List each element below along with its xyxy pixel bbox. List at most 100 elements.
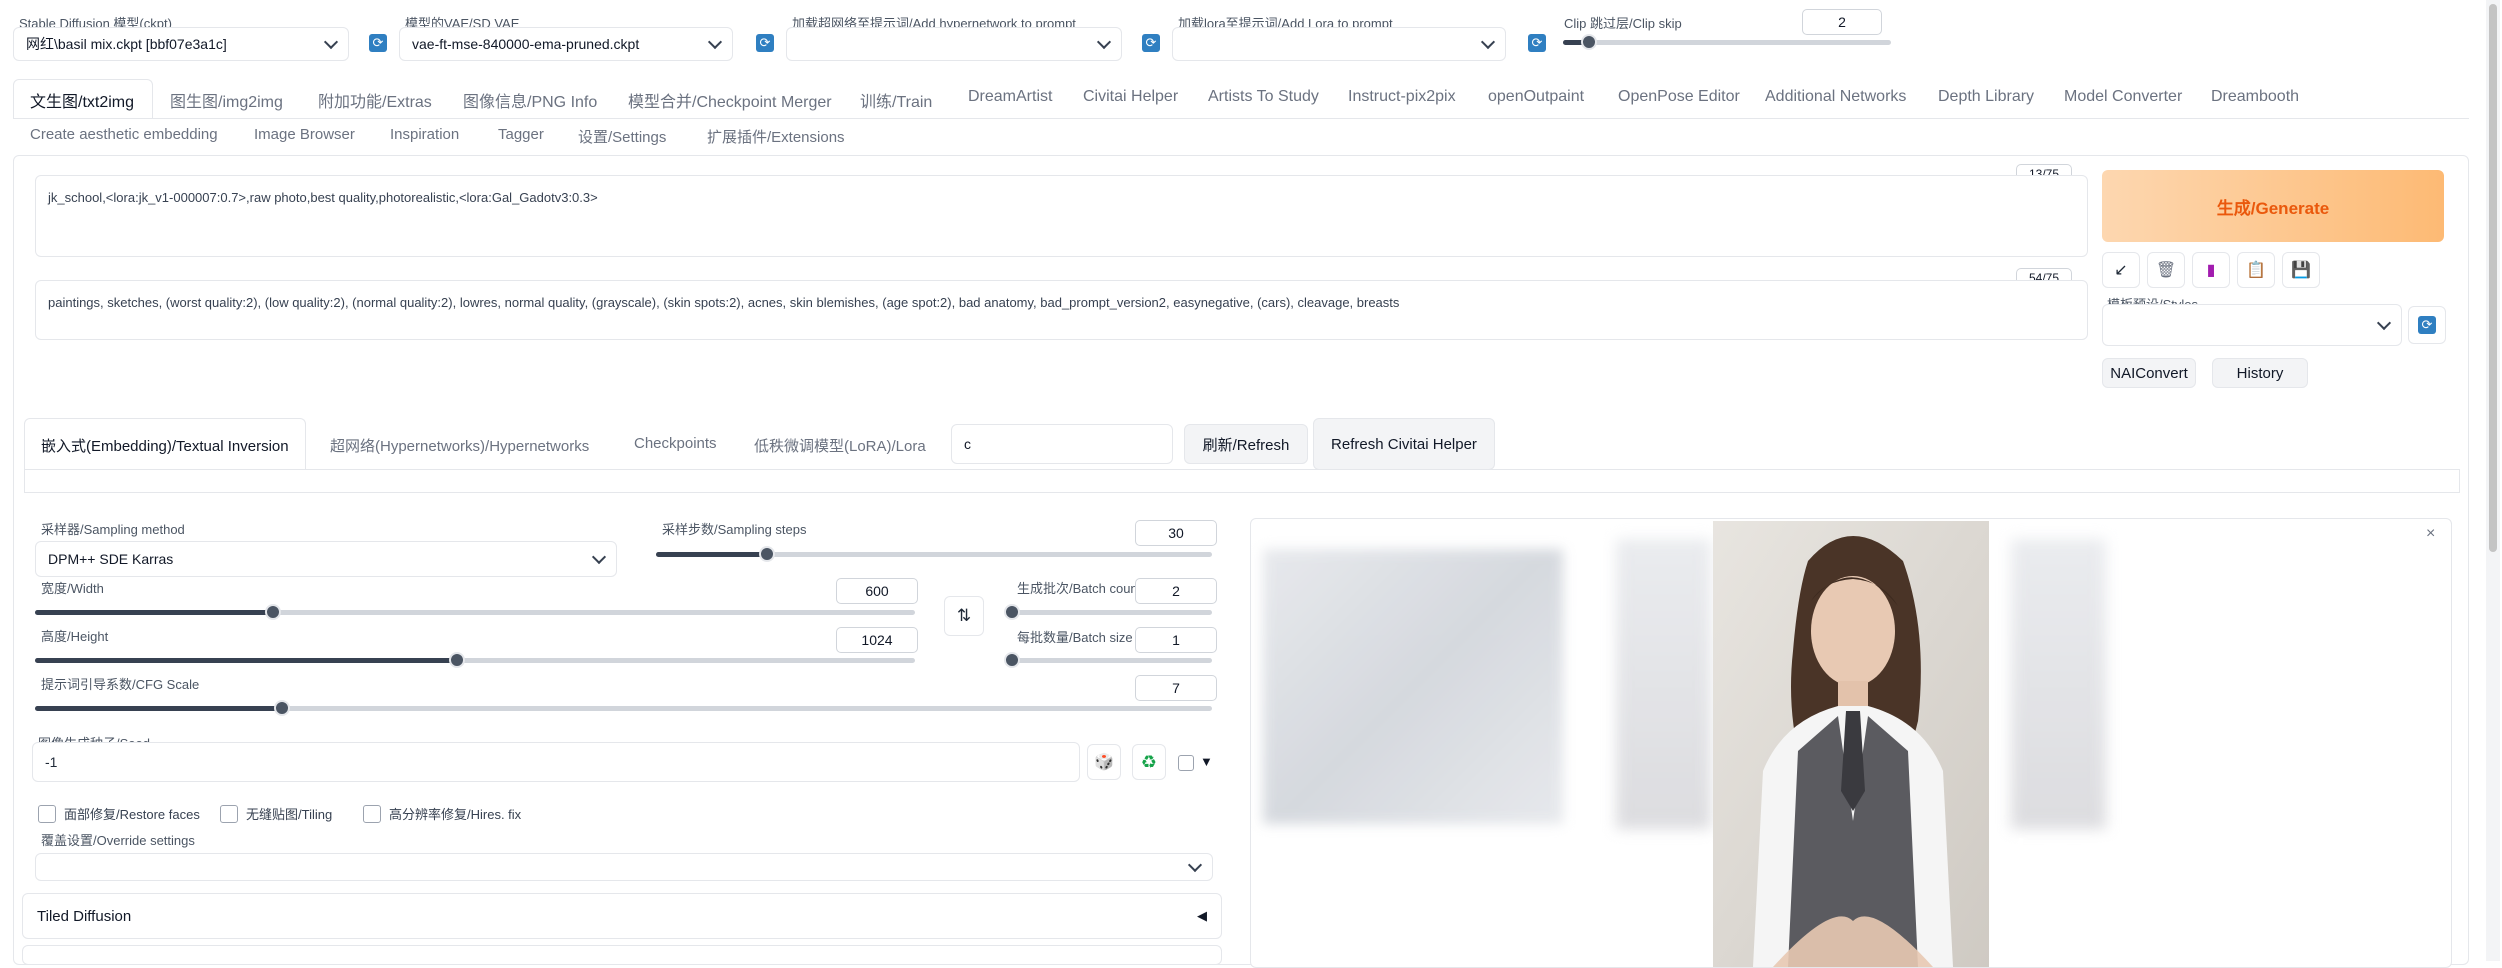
option-restore-faces[interactable]: 面部修复/Restore faces [38,804,200,823]
generate-button[interactable]: 生成/Generate [2102,170,2444,242]
tab-civitai-helper[interactable]: Civitai Helper [1083,88,1178,106]
tab-create-aesthetic-embedding[interactable]: Create aesthetic embedding [30,126,218,143]
tab-artists-to-study[interactable]: Artists To Study [1208,88,1319,106]
sampling-steps-slider[interactable] [656,552,1212,557]
tab-depth-library[interactable]: Depth Library [1938,88,2034,106]
tab-hypernetworks-hypernetworks[interactable]: 超网络(Hypernetworks)/Hypernetworks [330,435,589,456]
lora-select[interactable] [1172,27,1506,61]
dice-icon[interactable]: 🎲 [1087,744,1121,780]
tab-train[interactable]: 训练/Train [860,88,932,112]
tab-image-browser[interactable]: Image Browser [254,126,355,143]
width-slider[interactable] [35,610,915,615]
tab-txt2img[interactable]: 文生图/txt2img [30,88,134,112]
naiconvert-button[interactable]: NAIConvert [2102,358,2196,388]
trash-icon[interactable]: 🗑 [2147,252,2185,288]
blurred-thumbnail[interactable] [1616,539,1711,829]
tab-lora-lora[interactable]: 低秩微调模型(LoRA)/Lora [754,435,926,456]
chevron-down-icon [2376,315,2392,331]
refresh-button[interactable]: 刷新/Refresh [1184,424,1308,464]
cfg-scale-input[interactable]: 7 [1135,675,1217,701]
clip-skip-input[interactable]: 2 [1802,9,1882,35]
checkbox[interactable] [38,804,56,823]
batch-size-slider[interactable] [1012,658,1212,663]
tab-checkpoint-merger[interactable]: 模型合并/Checkpoint Merger [628,88,832,112]
negative-prompt-textarea[interactable]: paintings, sketches, (worst quality:2), … [35,280,2088,340]
extra-networks-search[interactable]: c [951,424,1173,464]
height-slider[interactable] [35,658,915,663]
tab-img2img[interactable]: 图生图/img2img [170,88,283,112]
override-settings-label: 覆盖设置/Override settings [41,833,195,848]
tab-additional-networks[interactable]: Additional Networks [1765,88,1906,106]
tabs-divider [13,118,2469,119]
vae-refresh-icon[interactable]: ⟳ [756,34,774,52]
hypernetwork-select[interactable] [786,27,1122,61]
tab-tagger[interactable]: Tagger [498,126,544,143]
sampling-method-label: 采样器/Sampling method [41,522,185,537]
option-hires-fix[interactable]: 高分辨率修复/Hires. fix [363,804,521,823]
scrollbar-thumb[interactable] [2489,4,2497,552]
extra-seed-checkbox[interactable] [1178,755,1194,771]
chevron-down-icon [1480,34,1496,50]
batch-size-thumb[interactable] [1004,652,1020,668]
batch-count-label: 生成批次/Batch count [1017,581,1137,596]
sampling-method-value: DPM++ SDE Karras [48,551,174,567]
triangle-down-icon[interactable]: ▼ [1200,754,1213,769]
clipboard-icon[interactable]: 📋 [2237,252,2275,288]
tab-instruct-pix2pix[interactable]: Instruct-pix2pix [1348,88,1456,106]
batch-count-input[interactable]: 2 [1135,578,1217,604]
option-tiling[interactable]: 无缝贴图/Tiling [220,804,332,823]
checkbox[interactable] [220,804,238,823]
batch-size-input[interactable]: 1 [1135,627,1217,653]
save-style-icon[interactable]: 💾 [2282,252,2320,288]
tab-checkpoints[interactable]: Checkpoints [634,435,717,452]
tab-png-info[interactable]: 图像信息/PNG Info [463,88,597,112]
cfg-scale-slider[interactable] [35,706,1212,711]
batch-count-thumb[interactable] [1004,604,1020,620]
recycle-icon[interactable]: ♻ [1132,744,1166,780]
ckpt-select[interactable]: 网红\basil mix.ckpt [bbf07e3a1c] [13,27,349,61]
close-icon[interactable]: × [2426,525,2435,543]
extra-networks-icon[interactable]: ▮ [2192,252,2230,288]
height-input[interactable]: 1024 [836,627,918,653]
styles-refresh-button[interactable]: ⟳ [2408,306,2446,344]
tab-embedding-textual-inversion[interactable]: 嵌入式(Embedding)/Textual Inversion [41,435,289,456]
prompt-textarea[interactable]: jk_school,<lora:jk_v1-000007:0.7>,raw ph… [35,175,2088,257]
override-settings-select[interactable] [35,853,1213,881]
vae-select[interactable]: vae-ft-mse-840000-ema-pruned.ckpt [399,27,733,61]
blurred-thumbnail[interactable] [2011,539,2106,829]
tab-model-converter[interactable]: Model Converter [2064,88,2182,106]
read-params-icon[interactable]: ↙ [2102,252,2140,288]
output-gallery: × 知乎 @maxx [1250,518,2452,968]
clip-skip-thumb[interactable] [1581,34,1598,50]
page-scrollbar[interactable] [2486,0,2500,961]
sampling-method-select[interactable]: DPM++ SDE Karras [35,541,617,577]
ckpt-value: 网红\basil mix.ckpt [bbf07e3a1c] [26,36,227,52]
blurred-thumbnail[interactable] [1263,549,1563,824]
swap-dimensions-icon[interactable]: ⇅ [944,596,984,636]
seed-input[interactable]: -1 [32,742,1080,782]
clip-skip-slider[interactable] [1563,40,1891,45]
width-input[interactable]: 600 [836,578,918,604]
sampling-steps-input[interactable]: 30 [1135,520,1217,546]
tab-openpose-editor[interactable]: OpenPose Editor [1618,88,1740,106]
tab-dreamartist[interactable]: DreamArtist [968,88,1052,106]
tiled-diffusion-accordion[interactable]: Tiled Diffusion ◀ [22,893,1222,939]
tab-extras[interactable]: 附加功能/Extras [318,88,432,112]
tab-settings[interactable]: 设置/Settings [578,126,666,147]
width-thumb[interactable] [264,604,281,620]
option-label: 无缝贴图/Tiling [246,807,333,822]
ckpt-refresh-icon[interactable]: ⟳ [369,34,387,52]
styles-select[interactable] [2102,304,2402,346]
tab-inspiration[interactable]: Inspiration [390,126,459,143]
hypernetwork-refresh-icon[interactable]: ⟳ [1142,34,1160,52]
preview-image[interactable] [1713,521,1989,967]
tab-extensions[interactable]: 扩展插件/Extensions [707,126,845,147]
tab-dreambooth[interactable]: Dreambooth [2211,88,2299,106]
batch-count-slider[interactable] [1012,610,1212,615]
width-label: 宽度/Width [41,581,104,596]
refresh-civitai-helper-button[interactable]: Refresh Civitai Helper [1313,418,1495,470]
lora-refresh-icon[interactable]: ⟳ [1528,34,1546,52]
checkbox[interactable] [363,804,381,823]
tab-openoutpaint[interactable]: openOutpaint [1488,88,1584,106]
history-button[interactable]: History [2212,358,2308,388]
